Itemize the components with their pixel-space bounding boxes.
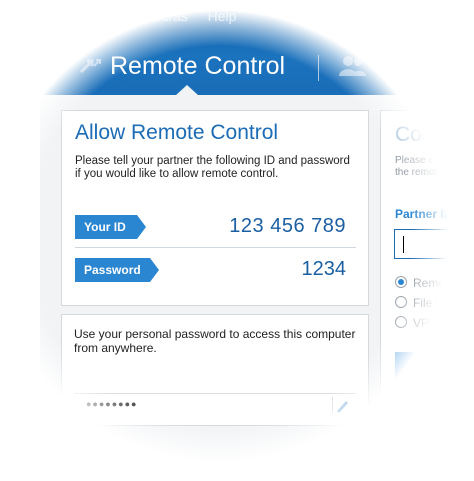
control-panel-description: Please en the remote (395, 155, 443, 179)
personal-password-description: Use your personal password to access thi… (74, 327, 356, 355)
menu-item-help[interactable]: Help (208, 8, 237, 24)
control-desc-line-1: Please en (395, 155, 440, 166)
allow-panel-title: Allow Remote Control (75, 121, 279, 144)
option-remote-label: Remote (413, 276, 456, 290)
your-id-label: Your ID (75, 215, 146, 239)
password-label: Password (75, 258, 159, 282)
header-bar: Extras Help Remote Control (0, 0, 474, 95)
connect-button[interactable]: Co (395, 352, 474, 388)
allow-panel-description: Please tell your partner the following I… (75, 155, 350, 180)
radio-selected-icon (395, 276, 407, 288)
menu-bar: Extras Help (148, 8, 252, 24)
allow-remote-control-panel: Allow Remote Control Please tell your pa… (61, 110, 369, 306)
radio-vpn[interactable]: VPN (395, 316, 438, 330)
tab-remote-control[interactable]: Remote Control (110, 52, 285, 81)
meeting-icon[interactable] (338, 54, 368, 83)
menu-item-extras[interactable]: Extras (148, 8, 188, 24)
personal-password-field[interactable]: ●●●●●●●● (74, 393, 356, 417)
radio-icon (395, 316, 407, 328)
partner-id-input[interactable] (394, 229, 474, 259)
tab-divider (318, 55, 319, 81)
text-cursor (403, 236, 404, 253)
option-vpn-label: VPN (413, 316, 438, 330)
partner-id-label: Partner ID (395, 207, 453, 221)
pencil-icon[interactable] (332, 397, 350, 418)
control-desc-line-2: the remote (395, 167, 443, 178)
option-file-label: File tra (413, 296, 450, 310)
control-remote-computer-panel: Cont Please en the remote Partner ID Rem… (380, 110, 474, 452)
personal-password-panel: Use your personal password to access thi… (61, 314, 369, 426)
active-tab-indicator (176, 85, 198, 95)
radio-remote-control[interactable]: Remote (395, 276, 455, 290)
masked-password: ●●●●●●●● (86, 399, 138, 409)
control-panel-title: Cont (395, 123, 440, 146)
password-value[interactable]: 1234 (302, 258, 347, 281)
id-divider (75, 247, 356, 248)
remote-control-icon (78, 54, 104, 83)
radio-file-transfer[interactable]: File tra (395, 296, 450, 310)
radio-icon (395, 296, 407, 308)
app-window: Extras Help Remote Control Allow Remote … (0, 0, 474, 481)
your-id-value[interactable]: 123 456 789 (229, 215, 346, 238)
connection-status: (secure connection) (178, 458, 284, 472)
